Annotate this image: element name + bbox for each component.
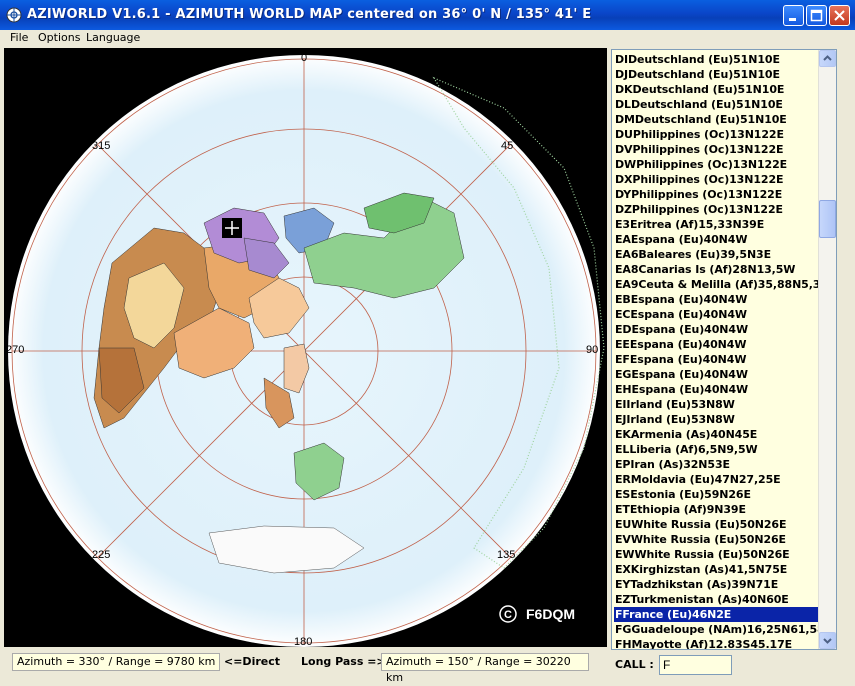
- prefix-list-item[interactable]: EJIrland (Eu)53N8W: [614, 412, 820, 427]
- prefix-list-item[interactable]: DJDeutschland (Eu)51N10E: [614, 67, 820, 82]
- close-button[interactable]: [829, 5, 850, 26]
- prefix-list-item[interactable]: EIIrland (Eu)53N8W: [614, 397, 820, 412]
- azimuth-label-45: 45: [501, 140, 513, 152]
- prefix-list-item[interactable]: EBEspana (Eu)40N4W: [614, 292, 820, 307]
- list-scrollbar[interactable]: [818, 50, 836, 649]
- menu-file[interactable]: File: [10, 31, 28, 44]
- prefix-list-item[interactable]: FFrance (Eu)46N2E: [614, 607, 820, 622]
- copyright-mark: C F6DQM: [499, 605, 575, 623]
- prefix-list-item[interactable]: ELLiberia (Af)6,5N9,5W: [614, 442, 820, 457]
- prefix-list-item[interactable]: EFEspana (Eu)40N4W: [614, 352, 820, 367]
- copyright-symbol: C: [504, 609, 512, 621]
- prefix-list-item[interactable]: EKArmenia (As)40N45E: [614, 427, 820, 442]
- azimuth-map[interactable]: 0 45 90 135 180 225 270 315 C F6DQM: [4, 48, 607, 648]
- prefix-list-item[interactable]: EA6Baleares (Eu)39,5N3E: [614, 247, 820, 262]
- prefix-list-item[interactable]: DZPhilippines (Oc)13N122E: [614, 202, 820, 217]
- prefix-list-item[interactable]: EPIran (As)32N53E: [614, 457, 820, 472]
- minimize-button[interactable]: [783, 5, 804, 26]
- prefix-list-item[interactable]: EUWhite Russia (Eu)50N26E: [614, 517, 820, 532]
- prefix-list-item[interactable]: EAEspana (Eu)40N4W: [614, 232, 820, 247]
- azimuth-label-270: 270: [6, 344, 24, 356]
- long-pass-field: Azimuth = 150° / Range = 30220 km: [381, 653, 589, 684]
- azimuth-label-225: 225: [92, 549, 110, 561]
- prefix-list-item[interactable]: DMDeutschland (Eu)51N10E: [614, 112, 820, 127]
- prefix-listbox[interactable]: DIDeutschland (Eu)51N10E DJDeutschland (E…: [611, 49, 837, 650]
- prefix-list-item[interactable]: EVWhite Russia (Eu)50N26E: [614, 532, 820, 547]
- prefix-list-items: DIDeutschland (Eu)51N10E DJDeutschland (E…: [614, 52, 836, 649]
- title-bar[interactable]: AZIWORLD V1.6.1 - AZIMUTH WORLD MAP cent…: [0, 0, 855, 30]
- prefix-list-item[interactable]: ETEthiopia (Af)9N39E: [614, 502, 820, 517]
- prefix-list-item[interactable]: DUPhilippines (Oc)13N122E: [614, 127, 820, 142]
- maximize-button[interactable]: [806, 5, 827, 26]
- window-title: AZIWORLD V1.6.1 - AZIMUTH WORLD MAP cent…: [27, 7, 592, 22]
- direct-label: <=Direct: [224, 655, 280, 668]
- azimuth-map-canvas: 0 45 90 135 180 225 270 315 C F6DQM: [6, 52, 605, 648]
- prefix-list-item[interactable]: ESEstonia (Eu)59N26E: [614, 487, 820, 502]
- call-input[interactable]: F: [659, 655, 732, 675]
- prefix-list-item[interactable]: EWWhite Russia (Eu)50N26E: [614, 547, 820, 562]
- prefix-list-item[interactable]: ERMoldavia (Eu)47N27,25E: [614, 472, 820, 487]
- prefix-list-item[interactable]: EA8Canarias Is (Af)28N13,5W: [614, 262, 820, 277]
- prefix-list-item[interactable]: DIDeutschland (Eu)51N10E: [614, 52, 820, 67]
- azimuth-label-0: 0: [301, 52, 307, 64]
- prefix-list-item[interactable]: DVPhilippines (Oc)13N122E: [614, 142, 820, 157]
- prefix-list-item[interactable]: EXKirghizstan (As)41,5N75E: [614, 562, 820, 577]
- azimuth-label-135: 135: [497, 549, 515, 561]
- menu-bar: File Options Language: [0, 30, 855, 47]
- prefix-list-item[interactable]: EGEspana (Eu)40N4W: [614, 367, 820, 382]
- prefix-list-item[interactable]: E3Eritrea (Af)15,33N39E: [614, 217, 820, 232]
- menu-language[interactable]: Language: [86, 31, 140, 44]
- azimuth-label-180: 180: [294, 636, 312, 647]
- prefix-list-item[interactable]: DXPhilippines (Oc)13N122E: [614, 172, 820, 187]
- prefix-list-item[interactable]: EA9Ceuta & Melilla (Af)35,88N5,32W: [614, 277, 836, 292]
- scroll-thumb[interactable]: [819, 200, 836, 238]
- direct-path-field: Azimuth = 330° / Range = 9780 km: [12, 653, 220, 671]
- prefix-list-item[interactable]: EEEspana (Eu)40N4W: [614, 337, 820, 352]
- prefix-list-item[interactable]: FGGuadeloupe (NAm)16,25N61,58W: [614, 622, 836, 637]
- app-window: AZIWORLD V1.6.1 - AZIMUTH WORLD MAP cent…: [0, 0, 855, 684]
- author-label: F6DQM: [526, 606, 575, 622]
- long-pass-label: Long Pass =>: [301, 655, 386, 668]
- prefix-list-item[interactable]: EHEspana (Eu)40N4W: [614, 382, 820, 397]
- call-label: CALL :: [615, 658, 654, 671]
- scroll-down-button[interactable]: [819, 632, 836, 649]
- prefix-list-item[interactable]: FHMayotte (Af)12.83S45.17E: [614, 637, 820, 649]
- prefix-list-item[interactable]: EZTurkmenistan (As)40N60E: [614, 592, 820, 607]
- globe-icon: [6, 7, 22, 23]
- scroll-up-button[interactable]: [819, 50, 836, 67]
- close-icon: [834, 10, 845, 21]
- prefix-list-item[interactable]: ECEspana (Eu)40N4W: [614, 307, 820, 322]
- chevron-up-icon: [823, 55, 832, 61]
- home-marker: [222, 218, 242, 238]
- minimize-icon: [789, 18, 796, 21]
- azimuth-label-315: 315: [92, 140, 110, 152]
- prefix-list-item[interactable]: EYTadzhikstan (As)39N71E: [614, 577, 820, 592]
- prefix-list-item[interactable]: DWPhilippines (Oc)13N122E: [614, 157, 820, 172]
- prefix-list-item[interactable]: EDEspana (Eu)40N4W: [614, 322, 820, 337]
- chevron-down-icon: [823, 638, 832, 644]
- maximize-icon: [810, 9, 823, 22]
- azimuth-label-90: 90: [586, 344, 598, 356]
- prefix-list-item[interactable]: DKDeutschland (Eu)51N10E: [614, 82, 820, 97]
- prefix-list-item[interactable]: DYPhilippines (Oc)13N122E: [614, 187, 820, 202]
- prefix-list-item[interactable]: DLDeutschland (Eu)51N10E: [614, 97, 820, 112]
- menu-options[interactable]: Options: [38, 31, 80, 44]
